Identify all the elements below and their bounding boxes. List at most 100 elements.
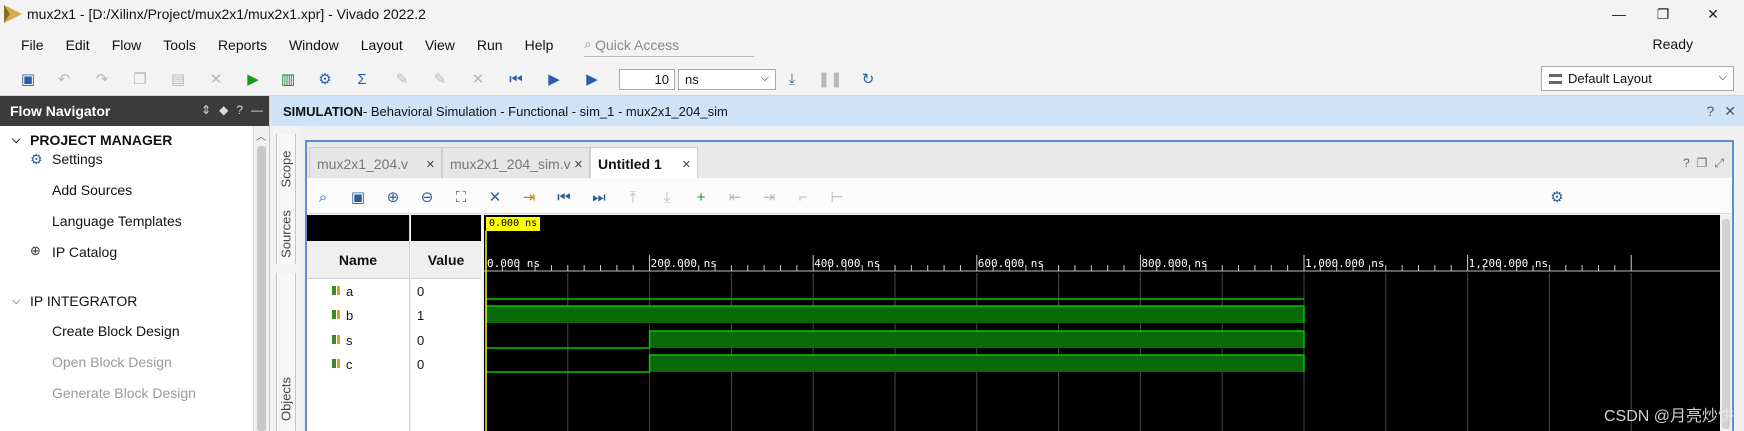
next-transition-icon[interactable]: ⤓	[657, 187, 677, 207]
open-project-icon[interactable]: ▣	[18, 69, 38, 89]
copy-icon[interactable]: ❐	[130, 69, 150, 89]
tab-mux2x1-204-v[interactable]: mux2x1_204.v ✕	[309, 147, 442, 178]
menu-reports[interactable]: Reports	[207, 37, 278, 53]
menu-run[interactable]: Run	[466, 37, 514, 53]
close-icon[interactable]: ✕	[682, 158, 691, 171]
swap-cursors-icon[interactable]: ⌐	[793, 187, 813, 207]
previous-marker-icon[interactable]: ⇤	[725, 187, 745, 207]
close-icon[interactable]: ✕	[426, 158, 435, 171]
menu-help[interactable]: Help	[514, 37, 565, 53]
help-icon[interactable]: ?	[1706, 103, 1714, 120]
tool-disabled-3-icon[interactable]: ✕	[468, 69, 488, 89]
menu-flow[interactable]: Flow	[101, 37, 153, 53]
add-marker-icon[interactable]: +	[691, 187, 711, 207]
signal-row-b[interactable]: b	[331, 303, 353, 327]
help-icon[interactable]: ?	[1683, 156, 1690, 171]
collapse-all-icon[interactable]: ⇕	[201, 103, 211, 117]
cursor-time-label: 0.000 ns	[486, 217, 541, 231]
nav-item-language-templates[interactable]: Language Templates	[52, 210, 182, 232]
layout-select[interactable]: Default Layout ⌵	[1541, 66, 1734, 91]
zoom-out-icon[interactable]: ⊖	[417, 187, 437, 207]
quick-access-search[interactable]: ⌕ Quick Access	[584, 33, 755, 57]
tab-mux2x1-204-sim-v[interactable]: mux2x1_204_sim.v ✕	[442, 147, 590, 178]
nav-section-ip-integrator[interactable]: ⌵ IP INTEGRATOR	[12, 290, 137, 312]
go-to-time-icon[interactable]: ⇥	[519, 187, 539, 207]
next-marker-icon[interactable]: ⇥	[759, 187, 779, 207]
run-for-time-icon[interactable]: ▶	[582, 69, 602, 89]
undo-icon[interactable]: ↶	[54, 69, 74, 89]
save-icon[interactable]: ▣	[348, 187, 368, 207]
run-time-input[interactable]: 10	[619, 69, 675, 90]
menu-view[interactable]: View	[414, 37, 466, 53]
signal-icon	[331, 358, 341, 370]
nav-item-create-block-design[interactable]: Create Block Design	[52, 320, 180, 342]
menu-layout[interactable]: Layout	[350, 37, 414, 53]
settings-gear-icon[interactable]: ⚙	[1547, 187, 1567, 207]
run-all-icon[interactable]: ▶	[544, 69, 564, 89]
redo-icon[interactable]: ↷	[92, 69, 112, 89]
signal-row-a[interactable]: a	[331, 279, 353, 303]
go-to-start-icon[interactable]: ⏮	[554, 187, 574, 207]
relaunch-icon[interactable]: ↻	[858, 69, 878, 89]
snap-to-transition-icon[interactable]: ⊢	[827, 187, 847, 207]
scrollbar-thumb[interactable]	[1722, 219, 1730, 429]
names-pane-blank	[307, 215, 409, 241]
previous-transition-icon[interactable]: ⤒	[623, 187, 643, 207]
tab-objects-label: Objects	[278, 377, 294, 422]
close-button[interactable]: ✕	[1690, 0, 1736, 28]
waveform-display[interactable]: 0.000 ns 0.000 ns 200.000 ns 400.000 ns 600…	[484, 215, 1720, 431]
menu-tools[interactable]: Tools	[152, 37, 207, 53]
maximize-icon[interactable]: ⤢	[1714, 156, 1724, 171]
search-icon: ⌕	[584, 37, 592, 51]
wave-high-fill	[649, 331, 1304, 348]
restore-icon[interactable]: ❐	[1697, 156, 1708, 171]
close-icon[interactable]: ✕	[1724, 103, 1736, 120]
tab-untitled-1[interactable]: Untitled 1 ✕	[590, 147, 698, 179]
signal-row-s[interactable]: s	[331, 328, 353, 352]
zoom-fit-icon[interactable]: ⛶	[451, 187, 471, 207]
flow-navigator-scrollbar[interactable]: ︿	[253, 126, 269, 431]
run-icon[interactable]: ▶	[243, 69, 263, 89]
nav-item-open-block-design[interactable]: Open Block Design	[52, 351, 172, 373]
search-icon[interactable]: ⌕	[313, 187, 333, 207]
name-column-header[interactable]: Name	[307, 241, 409, 279]
minimize-button[interactable]: —	[1596, 0, 1642, 28]
delete-icon[interactable]: ✕	[206, 69, 226, 89]
tool-disabled-1-icon[interactable]: ✎	[392, 69, 412, 89]
expand-icon[interactable]: ◆	[219, 103, 228, 117]
nav-item-ip-catalog[interactable]: IP Catalog	[52, 241, 117, 263]
menu-file[interactable]: File	[10, 37, 55, 53]
paste-icon[interactable]: ▤	[168, 69, 188, 89]
pause-icon[interactable]: ❚❚	[817, 69, 842, 89]
tab-sources[interactable]: Sources	[276, 204, 296, 264]
help-icon[interactable]: ?	[236, 103, 243, 117]
program-icon[interactable]: ▥	[278, 69, 298, 89]
nav-item-add-sources[interactable]: Add Sources	[52, 179, 132, 201]
settings-gear-icon[interactable]: ⚙	[315, 69, 335, 89]
go-to-cursor-icon[interactable]: ✕	[485, 187, 505, 207]
waveform-canvas[interactable]	[484, 215, 1720, 431]
time-unit-select[interactable]: ns ⌵	[678, 69, 776, 90]
scrollbar-thumb[interactable]	[257, 146, 266, 431]
tool-disabled-2-icon[interactable]: ✎	[430, 69, 450, 89]
signal-row-c[interactable]: c	[331, 352, 353, 376]
waveform-scrollbar[interactable]	[1720, 215, 1732, 431]
menu-window[interactable]: Window	[278, 37, 350, 53]
chevron-up-icon[interactable]: ︿	[256, 128, 266, 143]
minimize-panel-icon[interactable]: —	[251, 103, 263, 117]
sigma-icon[interactable]: Σ	[352, 69, 372, 89]
close-icon[interactable]: ✕	[574, 158, 583, 171]
value-column-header[interactable]: Value	[411, 241, 481, 279]
tab-label: mux2x1_204.v	[317, 156, 409, 172]
restore-button[interactable]: ❐	[1640, 0, 1686, 28]
go-to-end-icon[interactable]: ⏭	[589, 187, 609, 207]
step-icon[interactable]: ⤓	[782, 69, 802, 89]
nav-item-generate-block-design[interactable]: Generate Block Design	[52, 382, 196, 404]
zoom-in-icon[interactable]: ⊕	[383, 187, 403, 207]
menu-edit[interactable]: Edit	[55, 37, 101, 53]
nav-item-settings[interactable]: Settings	[52, 148, 103, 170]
restart-icon[interactable]: ⏮	[506, 69, 526, 89]
tab-objects[interactable]: Objects	[276, 273, 296, 431]
signal-name: s	[346, 332, 353, 348]
tab-scope[interactable]: Scope	[276, 134, 296, 204]
